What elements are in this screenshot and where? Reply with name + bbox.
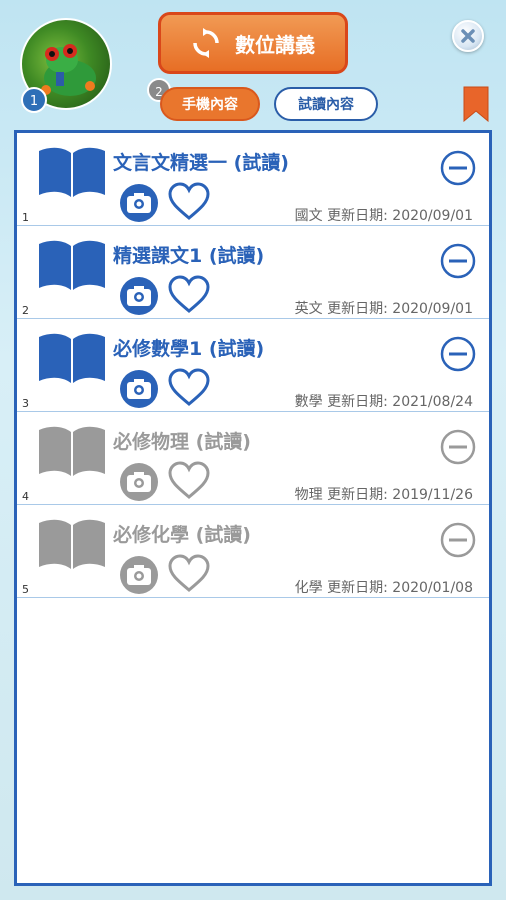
remove-icon[interactable] [440, 150, 476, 186]
item-index: 3 [22, 397, 29, 410]
item-date: 2020/09/01 [392, 208, 473, 224]
camera-icon[interactable] [117, 462, 161, 502]
item-index: 1 [22, 211, 29, 224]
item-title: 必修化學 (試讀) [113, 524, 251, 546]
item-subject: 物理 [294, 487, 323, 503]
item-date: 2021/08/24 [392, 394, 473, 410]
remove-icon[interactable] [440, 522, 476, 558]
item-subject: 化學 [294, 580, 323, 596]
handout-list: 1 文言文精選一 (試讀) 國文 更新日期: 2020/09/01 2 精選課文 [14, 130, 492, 886]
item-index: 2 [22, 304, 29, 317]
item-meta: 英文 更新日期: 2020/09/01 [295, 298, 473, 318]
item-meta: 數學 更新日期: 2021/08/24 [295, 391, 473, 411]
book-icon [39, 240, 105, 290]
list-item[interactable]: 3 必修數學1 (試讀) 數學 更新日期: 2021/08/24 [17, 319, 489, 412]
camera-icon[interactable] [117, 183, 161, 223]
tab-trial-content[interactable]: 試讀內容 [274, 87, 378, 121]
item-title: 必修物理 (試讀) [113, 431, 251, 453]
item-date: 2020/01/08 [392, 580, 473, 596]
item-title: 文言文精選一 (試讀) [113, 152, 289, 174]
item-subject: 國文 [294, 208, 323, 224]
item-meta: 國文 更新日期: 2020/09/01 [295, 205, 473, 225]
item-meta: 物理 更新日期: 2019/11/26 [295, 484, 473, 504]
close-icon [461, 29, 475, 43]
item-title: 精選課文1 (試讀) [113, 245, 265, 267]
list-item[interactable]: 4 必修物理 (試讀) 物理 更新日期: 2019/11/26 [17, 412, 489, 505]
book-icon [39, 147, 105, 197]
item-date: 2020/09/01 [392, 301, 473, 317]
item-updated-label: 更新日期: [327, 394, 388, 410]
avatar-badge: 1 [21, 87, 47, 113]
item-meta: 化學 更新日期: 2020/01/08 [295, 577, 473, 597]
remove-icon[interactable] [440, 336, 476, 372]
book-icon [39, 519, 105, 569]
tab-phone-content[interactable]: 手機內容 [160, 87, 260, 121]
item-date: 2019/11/26 [392, 487, 473, 503]
list-item[interactable]: 2 精選課文1 (試讀) 英文 更新日期: 2020/09/01 [17, 226, 489, 319]
header: 1 數位講義 2 手機內容 試讀內容 [0, 0, 506, 130]
favorite-heart-icon[interactable] [167, 275, 211, 315]
favorite-heart-icon[interactable] [167, 461, 211, 501]
list-item[interactable]: 1 文言文精選一 (試讀) 國文 更新日期: 2020/09/01 [17, 133, 489, 226]
camera-icon[interactable] [117, 276, 161, 316]
item-index: 4 [22, 490, 29, 503]
favorite-heart-icon[interactable] [167, 368, 211, 408]
refresh-icon [193, 28, 219, 58]
item-index: 5 [22, 583, 29, 596]
item-updated-label: 更新日期: [327, 208, 388, 224]
item-subject: 英文 [294, 301, 323, 317]
item-title: 必修數學1 (試讀) [113, 338, 265, 360]
item-updated-label: 更新日期: [327, 301, 388, 317]
book-icon [39, 426, 105, 476]
item-subject: 數學 [294, 394, 323, 410]
remove-icon[interactable] [440, 429, 476, 465]
camera-icon[interactable] [117, 555, 161, 595]
remove-icon[interactable] [440, 243, 476, 279]
camera-icon[interactable] [117, 369, 161, 409]
main-button-label: 數位講義 [235, 32, 315, 57]
favorite-heart-icon[interactable] [167, 554, 211, 594]
item-updated-label: 更新日期: [327, 487, 388, 503]
favorite-heart-icon[interactable] [167, 182, 211, 222]
bookmark-icon[interactable] [463, 86, 489, 122]
digital-handout-button[interactable]: 數位講義 [158, 12, 348, 74]
item-updated-label: 更新日期: [327, 580, 388, 596]
book-icon [39, 333, 105, 383]
list-item[interactable]: 5 必修化學 (試讀) 化學 更新日期: 2020/01/08 [17, 505, 489, 598]
close-button[interactable] [452, 20, 484, 52]
